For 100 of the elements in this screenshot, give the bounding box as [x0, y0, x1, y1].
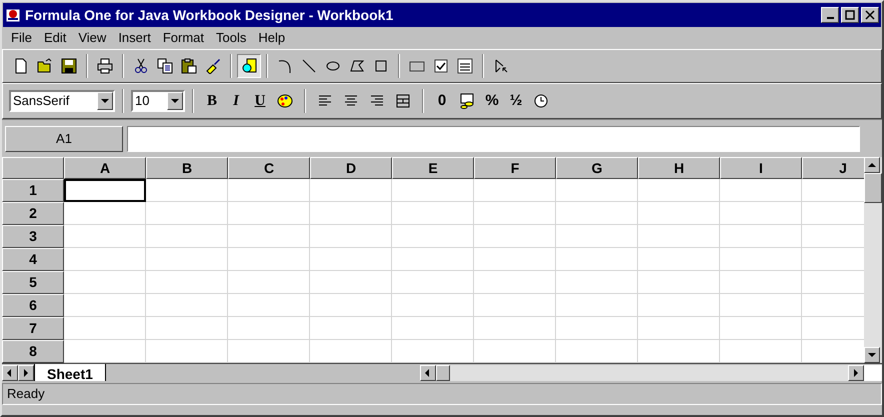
table-cell[interactable]: [64, 248, 146, 271]
table-cell[interactable]: [146, 248, 228, 271]
table-cell[interactable]: [64, 202, 146, 225]
menu-item[interactable]: File: [5, 28, 38, 48]
horizontal-scrollbar[interactable]: [420, 364, 864, 380]
scroll-thumb[interactable]: [864, 173, 882, 203]
table-cell[interactable]: [310, 179, 392, 202]
column-header[interactable]: H: [638, 157, 720, 179]
format-button[interactable]: ½: [505, 90, 527, 112]
table-cell[interactable]: [228, 179, 310, 202]
table-cell[interactable]: [474, 202, 556, 225]
table-cell[interactable]: [64, 317, 146, 340]
tab-scroll-right-button[interactable]: [18, 364, 34, 380]
format-button[interactable]: U: [249, 90, 271, 112]
table-cell[interactable]: [310, 271, 392, 294]
sheet-tab[interactable]: Sheet1: [34, 364, 106, 381]
minimize-button[interactable]: [821, 7, 839, 23]
table-cell[interactable]: [146, 202, 228, 225]
cell-reference-field[interactable]: A1: [5, 126, 123, 152]
scroll-right-button[interactable]: [848, 364, 864, 380]
row-header[interactable]: 4: [2, 248, 64, 271]
table-cell[interactable]: [638, 271, 720, 294]
table-cell[interactable]: [638, 248, 720, 271]
table-cell[interactable]: [392, 294, 474, 317]
table-cell[interactable]: [638, 202, 720, 225]
table-cell[interactable]: [720, 179, 802, 202]
table-cell[interactable]: [310, 340, 392, 363]
table-cell[interactable]: [146, 179, 228, 202]
table-cell[interactable]: [556, 179, 638, 202]
table-cell[interactable]: [392, 271, 474, 294]
table-cell[interactable]: [556, 271, 638, 294]
table-cell[interactable]: [228, 317, 310, 340]
table-cell[interactable]: [146, 340, 228, 363]
menu-item[interactable]: Help: [252, 28, 292, 48]
column-header[interactable]: F: [474, 157, 556, 179]
format-button[interactable]: 0: [431, 90, 453, 112]
table-cell[interactable]: [474, 340, 556, 363]
tab-scroll-left-button[interactable]: [2, 364, 18, 380]
table-cell[interactable]: [720, 248, 802, 271]
row-header[interactable]: 6: [2, 294, 64, 317]
row-header[interactable]: 3: [2, 225, 64, 248]
table-cell[interactable]: [720, 294, 802, 317]
table-cell[interactable]: [474, 294, 556, 317]
format-button[interactable]: I: [225, 90, 247, 112]
column-header[interactable]: D: [310, 157, 392, 179]
table-cell[interactable]: [310, 202, 392, 225]
table-cell[interactable]: [720, 202, 802, 225]
table-cell[interactable]: [556, 340, 638, 363]
table-cell[interactable]: [64, 340, 146, 363]
table-cell[interactable]: [392, 317, 474, 340]
table-cell[interactable]: [720, 271, 802, 294]
table-cell[interactable]: [228, 294, 310, 317]
column-header[interactable]: B: [146, 157, 228, 179]
table-cell[interactable]: [146, 271, 228, 294]
font-dropdown[interactable]: SansSerif: [9, 90, 115, 112]
table-cell[interactable]: [228, 202, 310, 225]
table-cell[interactable]: [556, 202, 638, 225]
table-cell[interactable]: [638, 225, 720, 248]
format-button[interactable]: %: [481, 90, 503, 112]
column-header[interactable]: A: [64, 157, 146, 179]
table-cell[interactable]: [474, 271, 556, 294]
menu-item[interactable]: Format: [156, 28, 210, 48]
column-header[interactable]: E: [392, 157, 474, 179]
table-cell[interactable]: [474, 225, 556, 248]
scroll-down-button[interactable]: [864, 347, 880, 363]
table-cell[interactable]: [556, 225, 638, 248]
active-cell[interactable]: [64, 179, 146, 202]
table-cell[interactable]: [64, 225, 146, 248]
close-button[interactable]: [861, 7, 879, 23]
menu-item[interactable]: View: [72, 28, 112, 48]
maximize-button[interactable]: [841, 7, 859, 23]
table-cell[interactable]: [556, 317, 638, 340]
vertical-scrollbar[interactable]: [864, 157, 882, 363]
table-cell[interactable]: [64, 294, 146, 317]
scroll-up-button[interactable]: [864, 157, 880, 173]
row-header[interactable]: 1: [2, 179, 64, 202]
table-cell[interactable]: [556, 248, 638, 271]
table-cell[interactable]: [228, 340, 310, 363]
table-cell[interactable]: [474, 317, 556, 340]
row-header[interactable]: 8: [2, 340, 64, 363]
table-cell[interactable]: [310, 294, 392, 317]
table-cell[interactable]: [310, 225, 392, 248]
table-cell[interactable]: [720, 225, 802, 248]
table-cell[interactable]: [228, 271, 310, 294]
table-cell[interactable]: [474, 179, 556, 202]
table-cell[interactable]: [638, 179, 720, 202]
menu-item[interactable]: Insert: [112, 28, 157, 48]
table-cell[interactable]: [556, 294, 638, 317]
table-cell[interactable]: [720, 340, 802, 363]
scroll-left-button[interactable]: [420, 364, 436, 380]
table-cell[interactable]: [474, 248, 556, 271]
table-cell[interactable]: [392, 202, 474, 225]
menu-item[interactable]: Tools: [210, 28, 252, 48]
table-cell[interactable]: [392, 225, 474, 248]
table-cell[interactable]: [146, 317, 228, 340]
table-cell[interactable]: [720, 317, 802, 340]
column-header[interactable]: I: [720, 157, 802, 179]
font-size-dropdown[interactable]: 10: [131, 90, 185, 112]
table-cell[interactable]: [228, 248, 310, 271]
table-cell[interactable]: [228, 225, 310, 248]
